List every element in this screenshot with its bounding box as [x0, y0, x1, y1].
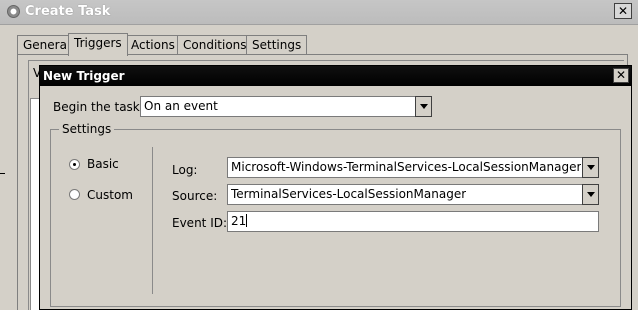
- log-dropdown[interactable]: Microsoft-Windows-TerminalServices-Local…: [227, 157, 599, 178]
- event-id-input[interactable]: 21: [227, 211, 599, 232]
- log-value: Microsoft-Windows-TerminalServices-Local…: [231, 160, 581, 174]
- edge-line: [0, 173, 5, 174]
- event-id-value: 21: [231, 214, 247, 228]
- close-icon[interactable]: ✕: [613, 68, 629, 83]
- close-icon[interactable]: ✕: [614, 3, 632, 19]
- settings-legend: Settings: [59, 122, 115, 136]
- source-dropdown[interactable]: TerminalServices-LocalSessionManager: [227, 184, 599, 205]
- basic-radio-label[interactable]: Basic: [87, 157, 119, 171]
- log-label: Log:: [172, 163, 198, 177]
- begin-task-value: On an event: [144, 99, 218, 113]
- clock-icon: [7, 5, 20, 18]
- tab-conditions[interactable]: Conditions: [177, 35, 253, 54]
- new-trigger-dialog: New Trigger ✕ Begin the task: On an even…: [39, 65, 632, 310]
- custom-radio-label[interactable]: Custom: [87, 188, 133, 202]
- begin-task-label: Begin the task:: [53, 100, 144, 114]
- new-trigger-titlebar[interactable]: New Trigger ✕: [40, 66, 631, 86]
- event-id-label: Event ID:: [172, 216, 228, 230]
- chevron-down-icon[interactable]: [582, 184, 599, 205]
- tab-triggers[interactable]: Triggers: [68, 33, 128, 56]
- text-caret: [246, 214, 248, 227]
- source-label: Source:: [172, 189, 218, 203]
- create-task-title: Create Task: [25, 4, 111, 19]
- tab-settings[interactable]: Settings: [246, 35, 308, 54]
- tab-actions[interactable]: Actions: [125, 35, 181, 54]
- basic-radio[interactable]: [69, 159, 80, 170]
- new-trigger-title: New Trigger: [43, 69, 125, 83]
- chevron-down-icon[interactable]: [415, 96, 432, 117]
- create-task-titlebar[interactable]: Create Task ✕: [0, 0, 638, 25]
- chevron-down-icon[interactable]: [582, 157, 599, 178]
- custom-radio[interactable]: [69, 189, 80, 200]
- begin-task-dropdown[interactable]: On an event: [140, 96, 432, 117]
- settings-divider: [152, 147, 153, 294]
- source-value: TerminalServices-LocalSessionManager: [231, 187, 467, 201]
